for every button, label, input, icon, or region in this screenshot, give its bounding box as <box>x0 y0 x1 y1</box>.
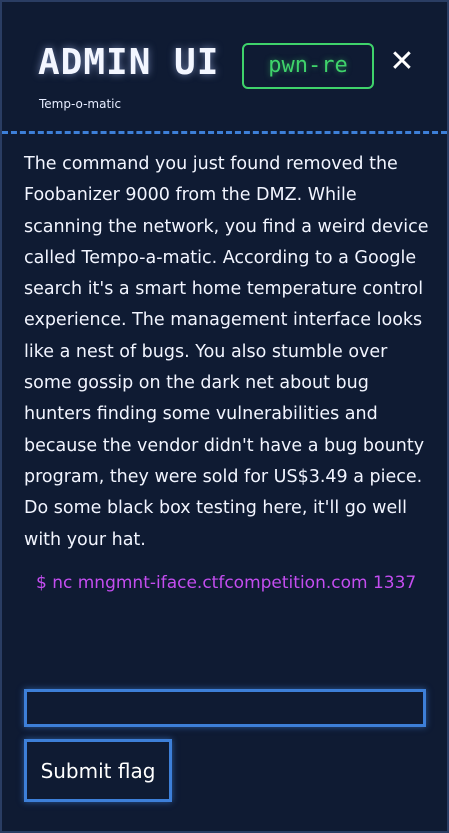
modal-header: ADMIN UI Temp-o-matic pwn-re ✕ <box>2 2 447 134</box>
flag-input[interactable] <box>24 689 426 727</box>
submit-flag-button[interactable]: Submit flag <box>24 739 172 802</box>
challenge-description: The command you just found removed the F… <box>24 154 429 550</box>
close-icon[interactable]: ✕ <box>388 44 416 80</box>
header-divider <box>2 131 447 134</box>
category-badge: pwn-re <box>242 43 374 89</box>
modal-title: ADMIN UI <box>38 42 220 83</box>
challenge-modal: ADMIN UI Temp-o-matic pwn-re ✕ The comma… <box>0 0 449 833</box>
connection-command: $ nc mngmnt-iface.ctfcompetition.com 133… <box>36 573 417 593</box>
challenge-name: Temp-o-matic <box>39 97 122 111</box>
